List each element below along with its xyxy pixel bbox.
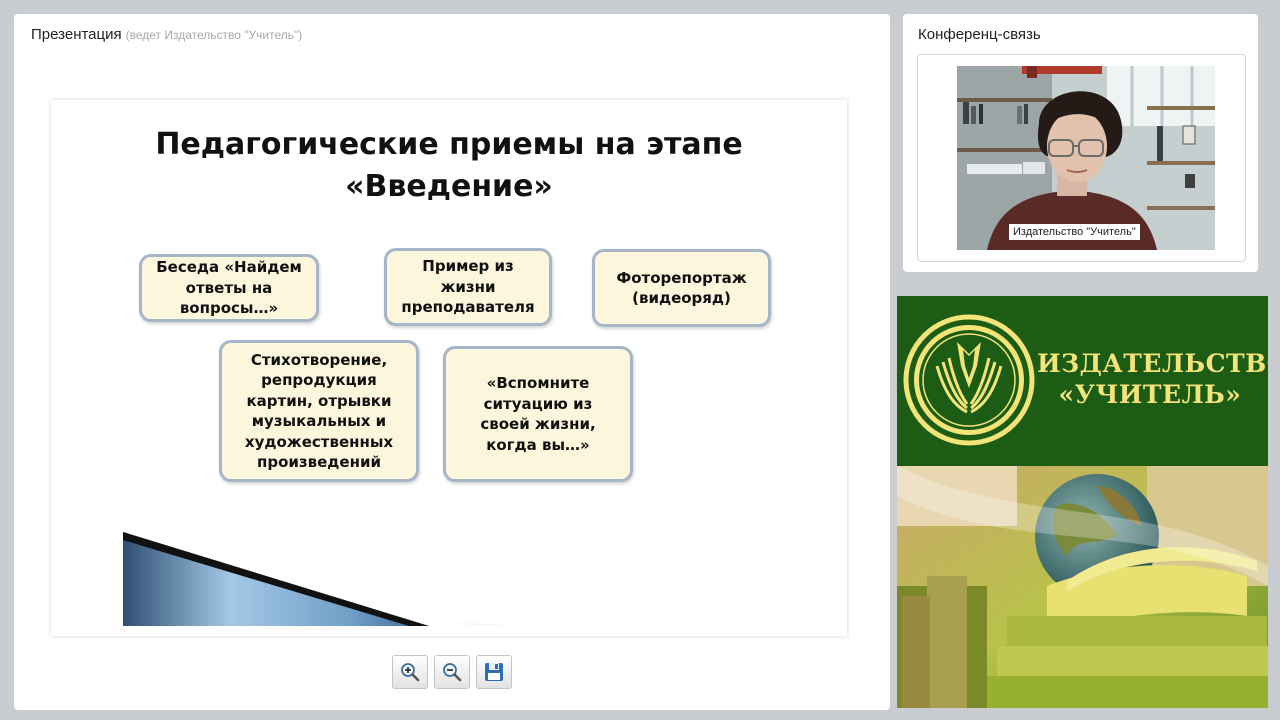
zoom-in-icon — [401, 663, 420, 682]
box-line: музыкальных и — [251, 412, 387, 430]
box-line: произведений — [257, 453, 381, 471]
box-line: Стихотворение, — [250, 350, 388, 369]
floppy-disk-icon — [485, 663, 503, 681]
conference-title: Конференц-связь — [918, 26, 1041, 43]
video-scene — [957, 66, 1215, 250]
box-line: Фоторепортаж — [616, 268, 747, 287]
video-frame: Издательство "Учитель" — [917, 54, 1246, 262]
box-line: Беседа «Найдем — [156, 258, 302, 277]
box-line: своей жизни, — [480, 415, 596, 433]
box-line: преподавателя — [401, 298, 535, 317]
banner-logo-area: ИЗДАТЕЛЬСТВО «УЧИТЕЛЬ» — [897, 296, 1268, 466]
publisher-brand-name: ИЗДАТЕЛЬСТВО «УЧИТЕЛЬ» — [1037, 348, 1268, 410]
participant-name-tag: Издательство "Учитель" — [1009, 224, 1140, 240]
box-line: ситуацию из — [483, 394, 593, 413]
brand-line-1: ИЗДАТЕЛЬСТВО — [1037, 349, 1268, 378]
presentation-title: Презентация — [31, 26, 122, 43]
box-line: Пример из — [422, 257, 514, 276]
banner-books-image — [897, 466, 1268, 708]
slide-box-remember: «Вспомните ситуацию из своей жизни, когд… — [443, 346, 633, 482]
books-globe-illustration — [897, 466, 1268, 708]
conference-panel: Конференц-связь Издательство "Учитель" — [903, 14, 1258, 272]
save-button[interactable] — [476, 655, 512, 689]
box-line: жизни — [440, 277, 496, 296]
box-line: художественных — [244, 432, 394, 451]
box-line: картин, отрывки — [246, 391, 392, 410]
zoom-out-icon — [443, 663, 462, 682]
slide-decoration-wedge — [123, 532, 509, 626]
presentation-subtitle: (ведет Издательство "Учитель") — [125, 28, 303, 42]
presentation-header: Презентация (ведет Издательство "Учитель"… — [31, 26, 302, 43]
slide-title: Педагогические приемы на этапе «Введение… — [51, 124, 847, 208]
publisher-banner: ИЗДАТЕЛЬСТВО «УЧИТЕЛЬ» — [897, 296, 1268, 708]
participant-video[interactable]: Издательство "Учитель" — [957, 66, 1215, 250]
box-line: (видеоряд) — [632, 289, 731, 307]
slide-box-teacher-example: Пример из жизни преподавателя — [384, 248, 552, 326]
slide-title-line-2: «Введение» — [345, 169, 553, 204]
box-line: вопросы…» — [179, 299, 279, 318]
presentation-panel: Презентация (ведет Издательство "Учитель"… — [14, 14, 890, 710]
box-line: репродукция — [261, 371, 377, 389]
zoom-out-button[interactable] — [434, 655, 470, 689]
box-line: когда вы…» — [486, 435, 590, 454]
slide-title-line-1: Педагогические приемы на этапе — [155, 127, 743, 162]
publisher-logo-icon — [903, 314, 1035, 446]
slide-box-photo-report: Фоторепортаж (видеоряд) — [592, 249, 771, 327]
slide-box-poem-art: Стихотворение, репродукция картин, отрыв… — [219, 340, 419, 482]
zoom-in-button[interactable] — [392, 655, 428, 689]
brand-line-2: «УЧИТЕЛЬ» — [1058, 380, 1242, 409]
box-line: ответы на — [185, 278, 273, 297]
slide-box-conversation: Беседа «Найдем ответы на вопросы…» — [139, 254, 319, 322]
box-line: «Вспомните — [486, 374, 590, 392]
slide: Педагогические приемы на этапе «Введение… — [51, 100, 847, 636]
